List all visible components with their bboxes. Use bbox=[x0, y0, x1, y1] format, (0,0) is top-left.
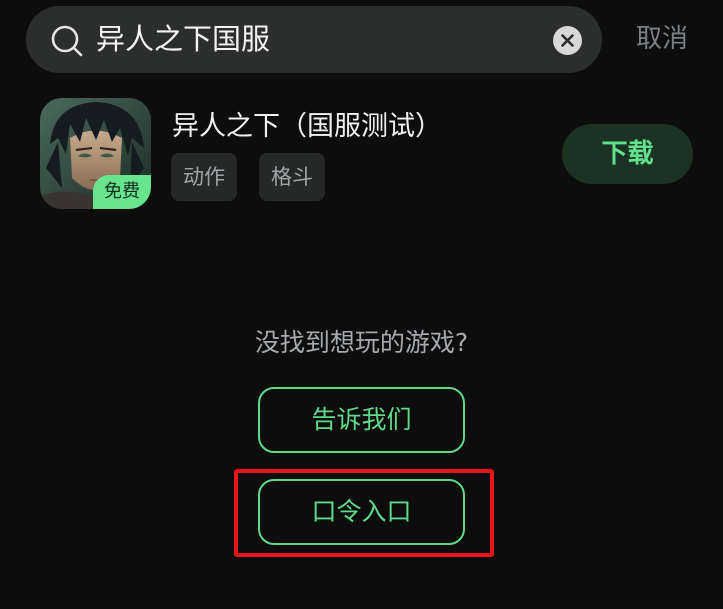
search-input[interactable]: 异人之下国服 bbox=[96, 6, 270, 73]
game-app-icon[interactable]: 免费 bbox=[40, 98, 151, 209]
tag-fighting: 格斗 bbox=[259, 153, 325, 201]
tag-action: 动作 bbox=[171, 153, 237, 201]
close-icon bbox=[561, 34, 574, 47]
game-title[interactable]: 异人之下（国服测试） bbox=[172, 104, 442, 143]
free-badge: 免费 bbox=[93, 175, 151, 209]
search-bar[interactable]: 异人之下国服 bbox=[26, 6, 602, 73]
clear-search-button[interactable] bbox=[553, 26, 582, 55]
cancel-button[interactable]: 取消 bbox=[636, 6, 688, 73]
highlight-annotation-box bbox=[234, 469, 494, 557]
not-found-prompt: 没找到想玩的游戏? bbox=[254, 328, 469, 357]
search-icon bbox=[51, 25, 83, 57]
download-button[interactable]: 下载 bbox=[562, 124, 693, 184]
tell-us-button[interactable]: 告诉我们 bbox=[258, 387, 465, 453]
